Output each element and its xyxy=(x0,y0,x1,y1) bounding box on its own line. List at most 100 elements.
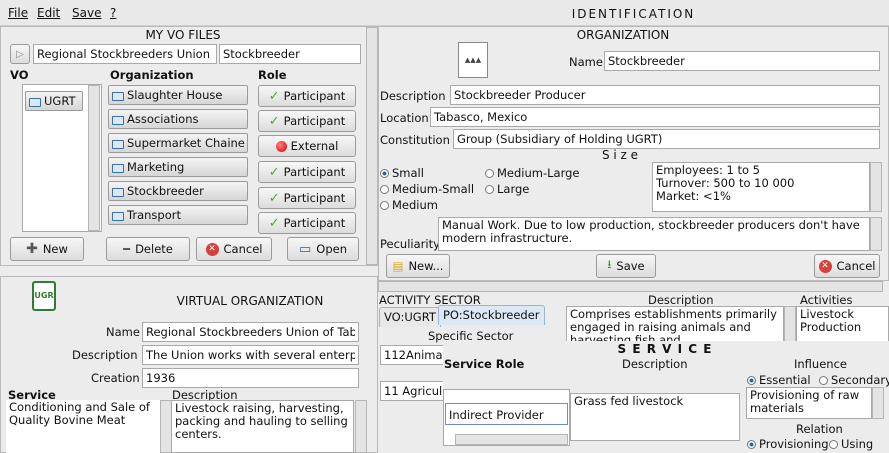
org-constitution-label: Constitution xyxy=(380,133,450,147)
identification-title: IDENTIFICATION xyxy=(571,7,696,21)
peculiarity-text[interactable]: Manual Work. Due to low production, stoc… xyxy=(438,217,870,251)
org-new-button[interactable]: ▤ New... xyxy=(386,254,450,278)
org-location-label: Location xyxy=(380,111,429,125)
service-description-field[interactable]: Grass fed livestock xyxy=(570,393,740,441)
influence-secondary-option[interactable]: Secondary xyxy=(819,373,889,387)
org-cancel-button[interactable]: ✕ Cancel xyxy=(814,254,880,278)
delete-button[interactable]: ━ Delete xyxy=(106,237,190,261)
org-name-field[interactable] xyxy=(604,51,880,71)
relation-header: Relation xyxy=(796,422,843,436)
role-button[interactable]: ✓ Participant xyxy=(258,85,356,107)
organization-title: ORGANIZATION xyxy=(576,28,670,42)
influence-text[interactable]: Provisioning of raw materials xyxy=(746,387,872,419)
check-icon: ✓ xyxy=(268,113,280,129)
activity-description-text[interactable]: Comprises establishments primarily engag… xyxy=(566,306,784,342)
organization-header: Organization xyxy=(110,68,194,82)
menu-edit[interactable]: Edit xyxy=(37,6,60,20)
service-description-text[interactable]: Livestock raising, harvesting, packing a… xyxy=(171,400,354,453)
menu-save[interactable]: Save xyxy=(72,6,101,20)
radio-icon xyxy=(380,201,389,210)
org-item-slaughter-house[interactable]: Slaughter House xyxy=(108,85,248,105)
tab-po-stockbreeder[interactable]: PO:Stockbreeder xyxy=(438,305,545,325)
activity-description-header: Description xyxy=(648,293,714,307)
role-button[interactable]: ✓ Participant xyxy=(258,161,356,183)
org-description-label: Description xyxy=(380,89,446,103)
size-label: S i z e xyxy=(601,148,639,162)
vo-list-item-ugrt[interactable]: UGRT xyxy=(25,91,83,111)
org-constitution-field[interactable] xyxy=(453,129,880,149)
relation-provisioning-option[interactable]: Provisioning xyxy=(747,437,829,451)
general-sector-field[interactable] xyxy=(380,381,446,401)
identification-hscrollbar[interactable] xyxy=(378,281,883,292)
size-info-scrollbar[interactable] xyxy=(870,162,882,212)
size-large-option[interactable]: Large xyxy=(485,182,529,196)
folder-icon xyxy=(112,115,124,125)
service-role-item[interactable]: Indirect Provider xyxy=(445,403,568,425)
activities-text[interactable]: Livestock Production xyxy=(796,306,889,342)
menu-file[interactable]: File xyxy=(8,6,28,20)
org-description-field[interactable] xyxy=(450,85,880,105)
service-desc-scrollbar[interactable] xyxy=(355,400,367,453)
service-name-text[interactable]: Conditioning and Sale of Quality Bovine … xyxy=(6,400,160,453)
menu-help[interactable]: ? xyxy=(110,6,116,20)
influence-essential-option[interactable]: Essential xyxy=(747,373,811,387)
folder-icon xyxy=(112,139,124,149)
vo-creation-field[interactable] xyxy=(142,368,359,388)
tab-vo-ugrt[interactable]: VO:UGRT xyxy=(379,307,441,327)
radio-selected-icon xyxy=(747,376,756,385)
role-button[interactable]: External xyxy=(258,135,356,157)
size-medium-large-option[interactable]: Medium-Large xyxy=(485,166,580,180)
radio-icon xyxy=(485,185,494,194)
specific-sector-field[interactable] xyxy=(380,345,446,365)
service-description-header-2: Description xyxy=(622,357,688,371)
radio-selected-icon xyxy=(747,440,756,449)
check-icon: ✓ xyxy=(268,164,280,180)
folder-icon xyxy=(112,211,124,221)
check-icon: ✓ xyxy=(268,190,280,206)
vo-creation-label: Creation xyxy=(91,371,140,385)
org-item-marketing[interactable]: Marketing xyxy=(108,157,248,177)
my-vo-files-title: MY VO FILES xyxy=(145,28,221,42)
check-icon: ✓ xyxy=(268,88,280,104)
vo-description-field[interactable] xyxy=(142,345,359,365)
vo-name-input[interactable] xyxy=(33,44,217,64)
organization-logo: ▲▲▲ xyxy=(458,42,488,78)
influence-header: Influence xyxy=(794,357,847,371)
new-button[interactable]: ✚ New xyxy=(10,237,84,261)
service-role-hscrollbar[interactable] xyxy=(455,434,568,445)
radio-icon xyxy=(485,169,494,178)
relation-using-option[interactable]: Using xyxy=(829,437,873,451)
vo-role-input[interactable] xyxy=(219,44,361,64)
role-button[interactable]: ✓ Participant xyxy=(258,212,356,234)
size-medium-small-option[interactable]: Medium-Small xyxy=(380,182,474,196)
new-file-icon: ▤ xyxy=(392,259,404,273)
peculiarity-label: Peculiarity xyxy=(380,237,440,251)
org-location-field[interactable] xyxy=(430,107,880,127)
cancel-button[interactable]: ✕ Cancel xyxy=(196,237,272,261)
org-save-button[interactable]: ⭳ Save xyxy=(596,254,656,278)
vo-name-field[interactable] xyxy=(142,322,359,342)
activities-header: Activities xyxy=(800,293,853,307)
radio-icon xyxy=(380,185,389,194)
play-button[interactable]: ▷ xyxy=(10,44,30,64)
org-item-transport[interactable]: Transport xyxy=(108,205,248,225)
size-info-text[interactable]: Employees: 1 to 5 Turnover: 500 to 10 00… xyxy=(652,162,870,212)
size-medium-option[interactable]: Medium xyxy=(380,198,438,212)
radio-selected-icon xyxy=(380,169,389,178)
open-button[interactable]: ▭ Open xyxy=(287,237,359,261)
folder-icon xyxy=(112,91,124,101)
org-item-supermarket-chaine[interactable]: Supermarket Chaine xyxy=(108,133,248,153)
save-icon: ⭳ xyxy=(607,256,612,271)
peculiarity-scrollbar[interactable] xyxy=(870,217,882,251)
activity-desc-scrollbar[interactable] xyxy=(784,306,796,342)
org-item-stockbreeder[interactable]: Stockbreeder xyxy=(108,181,248,201)
role-button[interactable]: ✓ Participant xyxy=(258,110,356,132)
left-panel-scrollbar[interactable] xyxy=(366,27,378,265)
influence-scrollbar[interactable] xyxy=(872,387,884,419)
role-button[interactable]: ✓ Participant xyxy=(258,187,356,209)
minus-icon: ━ xyxy=(123,242,131,256)
vo-header: VO xyxy=(10,68,29,82)
vo-list-scrollbar[interactable] xyxy=(88,85,100,231)
size-small-option[interactable]: Small xyxy=(380,166,424,180)
org-item-associations[interactable]: Associations xyxy=(108,109,248,129)
